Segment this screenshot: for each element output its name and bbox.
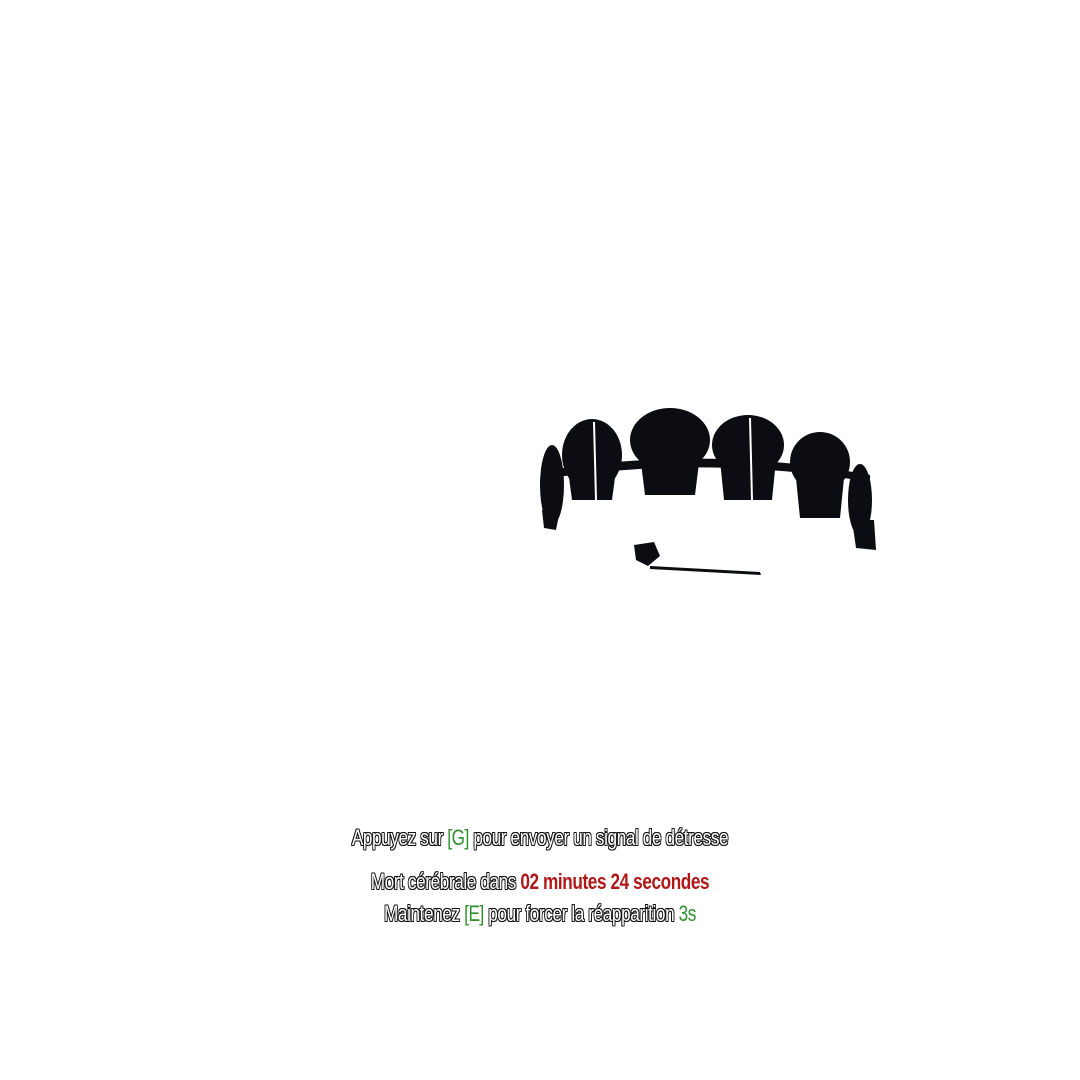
brain-death-timer: Mort cérébrale dans 02 minutes 24 second… bbox=[0, 868, 1080, 896]
respawn-prefix: Maintenez bbox=[384, 901, 465, 927]
distress-prefix: Appuyez sur bbox=[351, 825, 448, 851]
game-screen: Appuyez sur [G] pour envoyer un signal d… bbox=[0, 0, 1080, 1080]
respawn-middle: pour forcer la réapparition bbox=[483, 901, 679, 927]
respawn-countdown: 3s bbox=[678, 901, 697, 927]
brain-death-countdown: 02 minutes 24 secondes bbox=[520, 869, 710, 895]
brain-death-prefix: Mort cérébrale dans bbox=[370, 869, 521, 895]
skull-crown-object bbox=[540, 408, 876, 575]
respawn-key: [E] bbox=[464, 901, 485, 927]
distress-key: [G] bbox=[447, 825, 470, 851]
respawn-prompt: Maintenez [E] pour forcer la réapparitio… bbox=[0, 900, 1080, 928]
distress-suffix: pour envoyer un signal de détresse bbox=[469, 825, 729, 851]
distress-signal-prompt: Appuyez sur [G] pour envoyer un signal d… bbox=[0, 824, 1080, 852]
